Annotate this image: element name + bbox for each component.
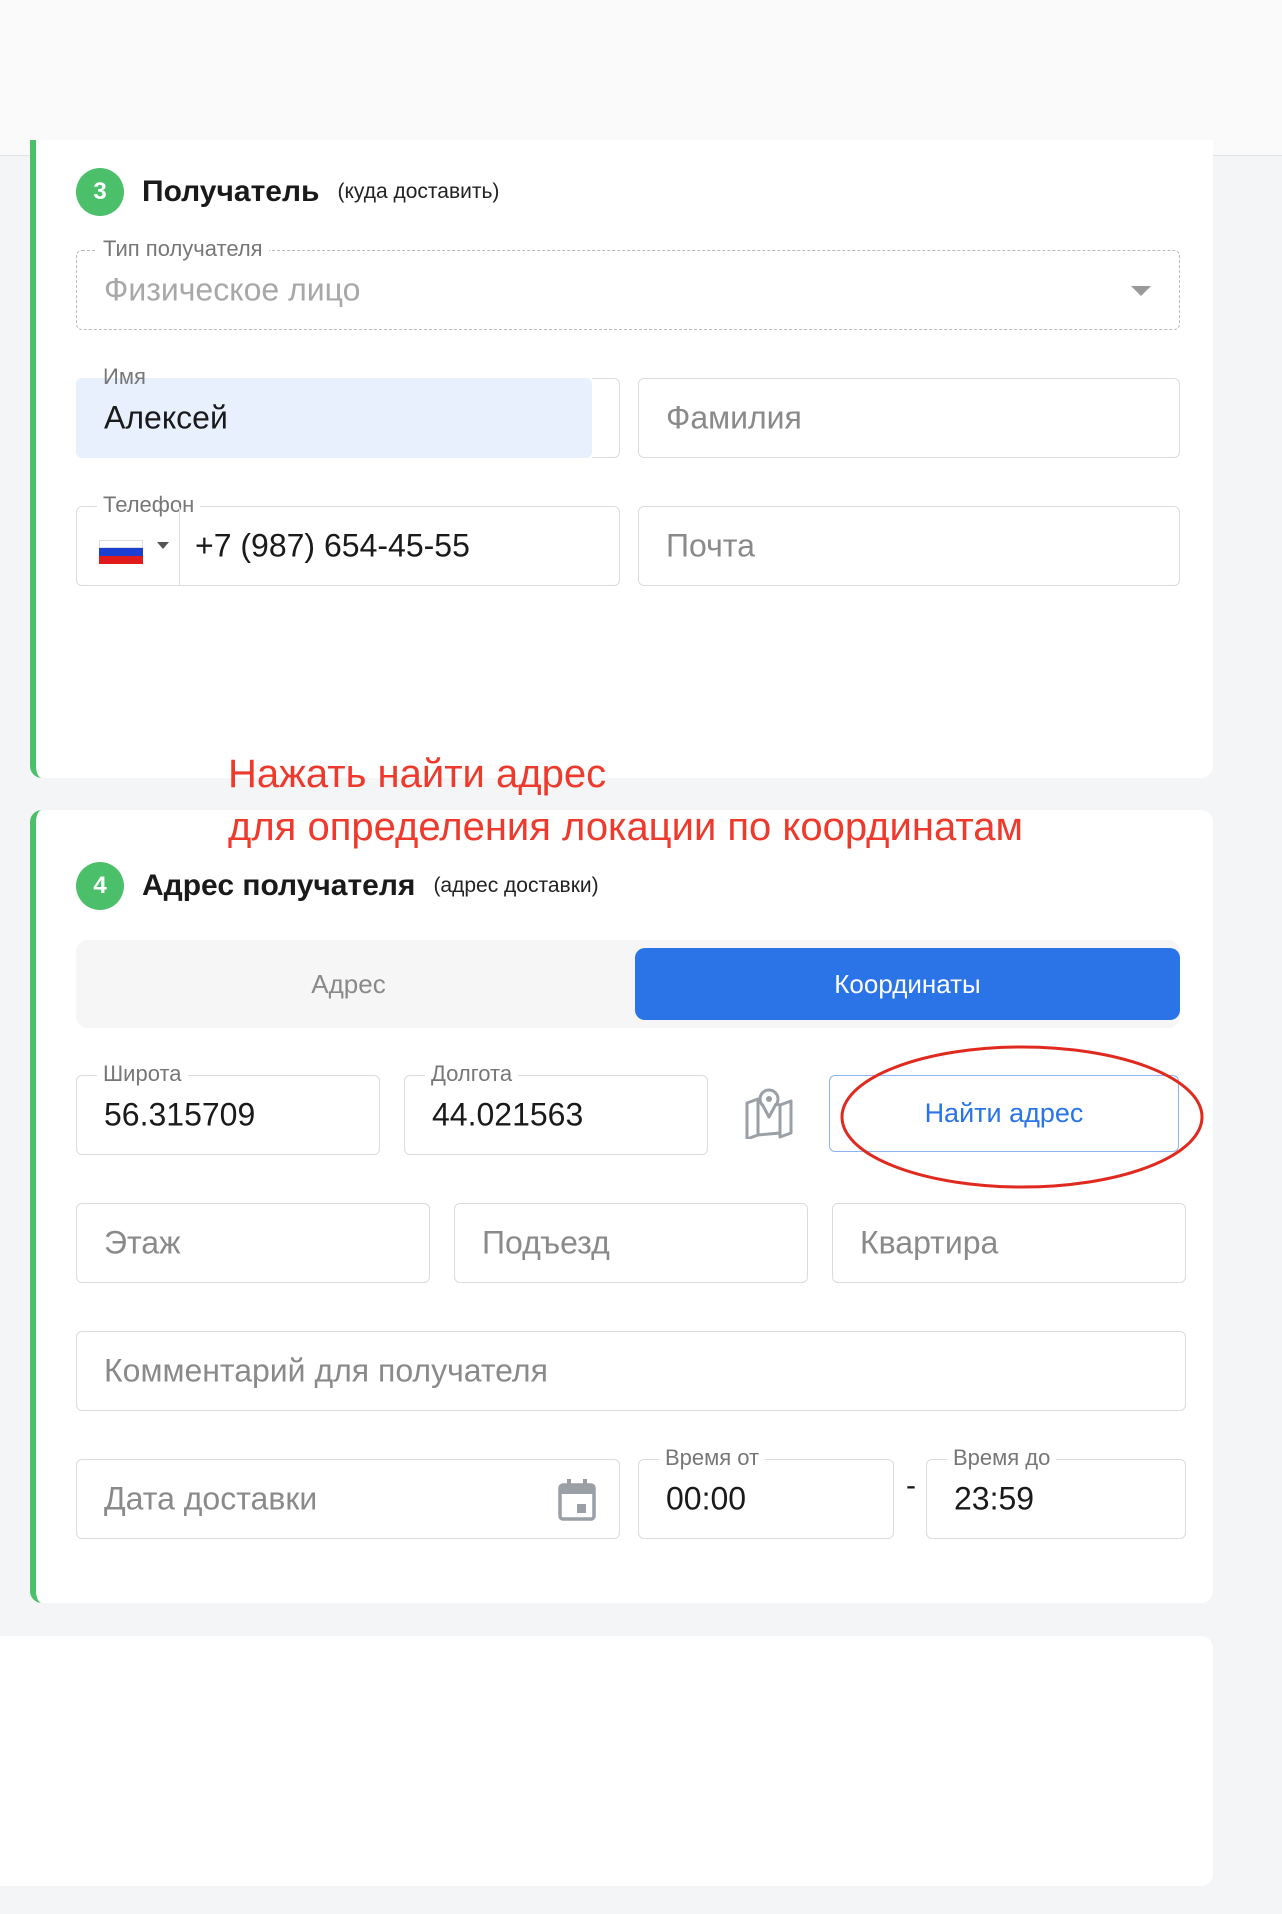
first-name-field-edge <box>592 378 620 458</box>
phone-separator <box>179 507 180 585</box>
first-name-value: Алексей <box>104 399 228 436</box>
apartment-placeholder: Квартира <box>860 1224 999 1261</box>
find-address-button[interactable]: Найти адрес <box>829 1075 1179 1152</box>
step-badge-4: 4 <box>76 862 124 910</box>
caret-down-icon <box>157 542 169 549</box>
floor-field[interactable]: Этаж <box>76 1203 430 1283</box>
calendar-icon[interactable] <box>557 1478 597 1522</box>
email-placeholder: Почта <box>666 527 755 564</box>
delivery-date-field[interactable]: Дата доставки <box>76 1459 620 1539</box>
section-subtitle: (адрес доставки) <box>433 874 599 897</box>
annotation-line-1: Нажать найти адрес <box>228 752 607 796</box>
phone-label: Телефон <box>97 492 201 518</box>
tab-coordinates[interactable]: Координаты <box>635 948 1180 1020</box>
time-to-label: Время до <box>947 1445 1057 1471</box>
longitude-value: 44.021563 <box>432 1096 584 1133</box>
recipient-card: 3 Получатель (куда доставить) Тип получа… <box>30 140 1213 778</box>
time-to-field[interactable]: Время до 23:59 <box>926 1445 1186 1539</box>
time-from-label: Время от <box>659 1445 766 1471</box>
comment-field[interactable]: Комментарий для получателя <box>76 1331 1186 1411</box>
instruction-annotation: Нажать найти адрес для определения локац… <box>228 748 1023 854</box>
russia-flag-icon[interactable] <box>99 540 143 564</box>
recipient-type-label: Тип получателя <box>97 236 269 262</box>
longitude-label: Долгота <box>425 1061 519 1087</box>
step-badge-3: 3 <box>76 168 124 216</box>
map-pin-icon[interactable] <box>742 1085 796 1139</box>
time-from-field[interactable]: Время от 00:00 <box>638 1445 894 1539</box>
section-title: Адрес получателя <box>142 869 416 902</box>
tab-address[interactable]: Адрес <box>76 948 621 1020</box>
comment-placeholder: Комментарий для получателя <box>104 1352 548 1389</box>
phone-value: +7 (987) 654-45-55 <box>195 527 470 564</box>
first-name-label: Имя <box>103 364 146 389</box>
phone-field[interactable]: Телефон +7 (987) 654-45-55 <box>76 492 620 586</box>
section-subtitle: (куда доставить) <box>337 180 500 203</box>
time-from-value: 00:00 <box>666 1480 747 1517</box>
latitude-field[interactable]: Широта 56.315709 <box>76 1061 380 1155</box>
recipient-type-select[interactable]: Тип получателя Физическое лицо <box>76 236 1180 330</box>
recipient-header: 3 Получатель (куда доставить) <box>76 168 499 216</box>
top-bar <box>0 0 1282 156</box>
latitude-label: Широта <box>97 1061 188 1087</box>
entrance-field[interactable]: Подъезд <box>454 1203 808 1283</box>
first-name-field[interactable]: Имя Алексей <box>76 364 592 458</box>
address-card: 4 Адрес получателя (адрес доставки) Адре… <box>30 810 1213 1603</box>
apartment-field[interactable]: Квартира <box>832 1203 1186 1283</box>
address-mode-toggle: Адрес Координаты <box>76 940 1180 1028</box>
longitude-field[interactable]: Долгота 44.021563 <box>404 1061 708 1155</box>
address-header: 4 Адрес получателя (адрес доставки) <box>76 862 599 910</box>
recipient-type-value: Физическое лицо <box>104 271 361 308</box>
floor-placeholder: Этаж <box>104 1224 181 1261</box>
delivery-date-placeholder: Дата доставки <box>104 1480 318 1517</box>
time-to-value: 23:59 <box>954 1480 1035 1517</box>
annotation-line-2: для определения локации по координатам <box>228 805 1023 849</box>
last-name-placeholder: Фамилия <box>666 399 802 436</box>
next-card <box>0 1636 1213 1886</box>
time-separator: - <box>906 1469 916 1502</box>
entrance-placeholder: Подъезд <box>482 1224 610 1261</box>
section-title: Получатель <box>142 175 320 208</box>
last-name-field[interactable]: Фамилия <box>638 378 1180 458</box>
chevron-down-icon <box>1131 286 1151 296</box>
latitude-value: 56.315709 <box>104 1096 256 1133</box>
email-field[interactable]: Почта <box>638 506 1180 586</box>
